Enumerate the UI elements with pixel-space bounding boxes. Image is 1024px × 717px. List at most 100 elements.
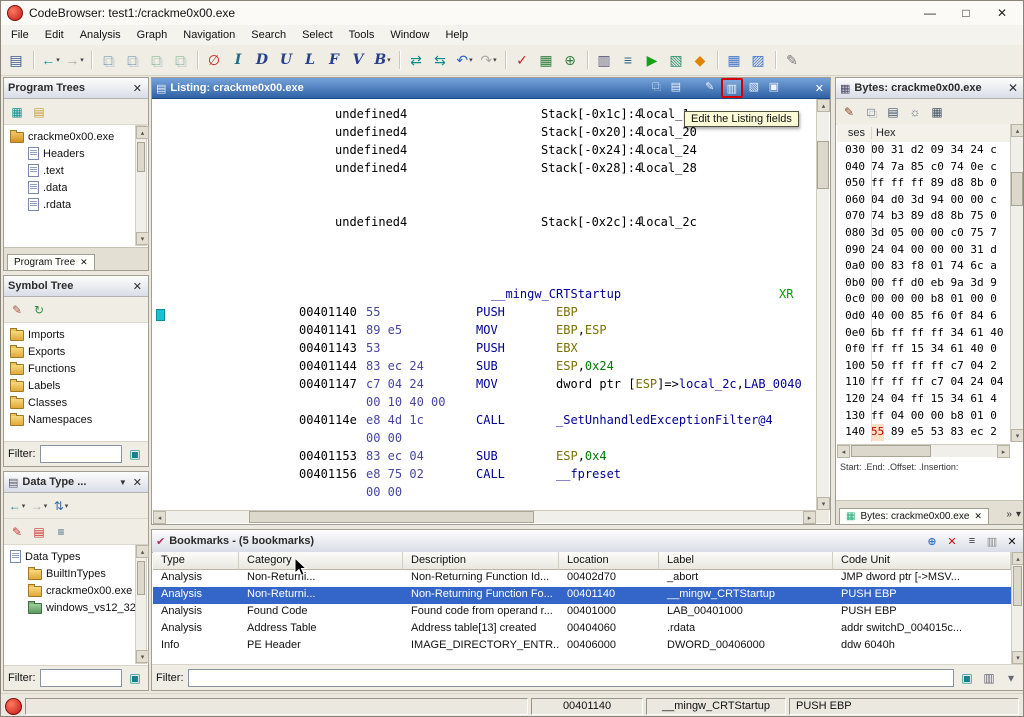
scroll-thumb[interactable] xyxy=(851,445,931,457)
hex-row[interactable]: 0d0 40 00 85 f6 0f 84 6 xyxy=(837,308,1010,325)
ghidra-status-icon[interactable] xyxy=(5,698,22,715)
copy-icon[interactable]: □ xyxy=(647,78,665,94)
scroll-thumb[interactable] xyxy=(249,511,534,523)
tree-item[interactable]: Classes xyxy=(4,394,148,411)
bookmark-row[interactable]: Analysis Non-Returni... Non-Returning Fu… xyxy=(153,587,1011,604)
tab-list-icon[interactable]: ▾ xyxy=(1016,509,1021,520)
bookmark-row[interactable]: Info PE Header IMAGE_DIRECTORY_ENTR... 0… xyxy=(153,638,1011,655)
listing-line[interactable]: 00401144 83 ec 24 SUB ESP,0x24 xyxy=(153,357,816,375)
listing-line[interactable]: undefined4 Stack[-0x2c]:4 local_2c xyxy=(153,213,816,231)
register-manager-icon[interactable]: ≡ xyxy=(617,49,640,72)
toolbar-icon[interactable] xyxy=(583,49,592,72)
scroll-up-icon[interactable]: ▴ xyxy=(136,545,149,558)
hex-row[interactable]: 0e0 6b ff ff ff 34 61 40 xyxy=(837,325,1010,342)
next-selection-icon[interactable]: □ xyxy=(121,49,144,72)
edit-mode-icon[interactable]: ✎ xyxy=(839,102,859,122)
toolbar-icon[interactable] xyxy=(87,49,96,72)
listing-line[interactable]: 00 00 xyxy=(153,429,816,447)
tree-item[interactable]: Namespaces xyxy=(4,411,148,428)
toolbar-icon[interactable] xyxy=(29,49,38,72)
toolbar-icon[interactable] xyxy=(713,49,722,72)
menu-item[interactable]: Search xyxy=(243,27,294,43)
listing-hscrollbar[interactable]: ◂ ▸ xyxy=(153,510,816,523)
scroll-down-icon[interactable]: ▾ xyxy=(1012,651,1024,664)
scroll-down-icon[interactable]: ▾ xyxy=(136,650,149,663)
run-script-icon[interactable]: ▶ xyxy=(641,49,664,72)
scrollbar[interactable]: ▴ ▾ xyxy=(135,125,147,246)
view-options-icon[interactable]: ▦ xyxy=(927,102,947,122)
menu-item[interactable]: Window xyxy=(382,27,437,43)
hex-row[interactable]: 120 24 04 ff 15 34 61 4 xyxy=(837,391,1010,408)
scroll-left-icon[interactable]: ◂ xyxy=(153,511,166,524)
table-search-icon[interactable]: ▨ xyxy=(747,49,770,72)
listing-line[interactable]: 00401140 55 PUSH EBP xyxy=(153,303,816,321)
tab-program-tree[interactable]: Program Tree ✕ xyxy=(7,254,95,270)
hex-row[interactable]: 070 74 b3 89 d8 8b 75 0 xyxy=(837,208,1010,225)
edit-fields-icon[interactable]: ▥ xyxy=(721,78,743,98)
close-button[interactable]: ✕ xyxy=(987,6,1017,20)
scroll-thumb[interactable] xyxy=(137,561,145,595)
search-next-icon[interactable]: ⇄ xyxy=(405,49,428,72)
scroll-thumb[interactable] xyxy=(1013,566,1022,606)
addresses-column-header[interactable]: ses xyxy=(837,127,872,139)
hex-row[interactable]: 050 ff ff ff 89 d8 8b 0 xyxy=(837,175,1010,192)
column-header[interactable]: Location xyxy=(559,552,659,570)
letter-d-icon[interactable]: D xyxy=(251,49,274,72)
menu-item[interactable]: Analysis xyxy=(72,27,129,43)
save-icon[interactable]: ▤ xyxy=(5,49,28,72)
listing-line[interactable]: 00 10 40 00 xyxy=(153,393,816,411)
listing-line[interactable]: 00401141 89 e5 MOV EBP,ESP xyxy=(153,321,816,339)
scroll-right-icon[interactable]: ▸ xyxy=(997,445,1010,458)
column-header[interactable]: Code Unit xyxy=(833,552,1011,570)
tree-item[interactable]: Functions xyxy=(4,360,148,377)
letter-b-icon[interactable]: B▾ xyxy=(371,49,394,72)
filter-columns-icon[interactable]: ▥ xyxy=(980,669,998,687)
expand-folder-icon[interactable]: ▤ xyxy=(29,102,49,122)
hex-column-header[interactable]: Hex xyxy=(872,127,896,139)
bookmark-row[interactable]: Analysis Address Table Address table[13]… xyxy=(153,621,1011,638)
cursor-format-icon[interactable]: ✎ xyxy=(701,78,719,94)
menu-item[interactable]: Graph xyxy=(129,27,176,43)
menu-item[interactable]: Edit xyxy=(37,27,72,43)
toolbar-icon[interactable] xyxy=(193,49,202,72)
back-icon[interactable]: ←▾ xyxy=(7,496,27,516)
table-icon[interactable]: ▦ xyxy=(723,49,746,72)
bookmark-row[interactable]: Analysis Non-Returni... Non-Returning Fu… xyxy=(153,570,1011,587)
toolbar-icon[interactable] xyxy=(501,49,510,72)
tree-item[interactable]: Labels xyxy=(4,377,148,394)
new-tree-icon[interactable]: ▦ xyxy=(7,102,27,122)
letter-l-icon[interactable]: L xyxy=(299,49,322,72)
tree-item[interactable]: .data xyxy=(4,179,148,196)
minimize-button[interactable]: — xyxy=(915,6,945,20)
sync-icon[interactable]: ⇅▾ xyxy=(51,496,71,516)
back-icon[interactable]: ←▾ xyxy=(39,49,62,72)
delete-bookmark-icon[interactable]: ✕ xyxy=(944,533,960,549)
hex-row[interactable]: 0f0 ff ff 15 34 61 40 0 xyxy=(837,341,1010,358)
forward-icon[interactable]: →▾ xyxy=(29,496,49,516)
listing-line[interactable] xyxy=(153,231,816,249)
menu-item[interactable]: Help xyxy=(437,27,476,43)
scroll-down-icon[interactable]: ▾ xyxy=(817,497,830,510)
listing-line[interactable] xyxy=(153,177,816,195)
forward-icon[interactable]: →▾ xyxy=(63,49,86,72)
close-icon[interactable]: ✕ xyxy=(1006,81,1020,95)
hex-row[interactable]: 0c0 00 00 00 b8 01 00 0 xyxy=(837,291,1010,308)
byte-viewer-icon[interactable]: ▦ xyxy=(535,49,558,72)
bookmark-row[interactable]: Analysis Found Code Found code from oper… xyxy=(153,604,1011,621)
hex-row[interactable]: 060 04 d0 3d 94 00 00 c xyxy=(837,192,1010,209)
hex-row[interactable]: 130 ff 04 00 00 b8 01 0 xyxy=(837,408,1010,425)
filter-menu-icon[interactable]: ▾ xyxy=(1002,669,1020,687)
scroll-thumb[interactable] xyxy=(817,141,829,189)
column-header[interactable]: Label xyxy=(659,552,833,570)
column-header[interactable]: Description xyxy=(403,552,559,570)
letter-f-icon[interactable]: F xyxy=(323,49,346,72)
refresh-icon[interactable]: ↻ xyxy=(29,300,49,320)
prev-selection-icon[interactable]: □ xyxy=(97,49,120,72)
listing-line[interactable]: undefined4 Stack[-0x24]:4 local_24 xyxy=(153,141,816,159)
scroll-right-icon[interactable]: ▸ xyxy=(803,511,816,524)
copy-icon[interactable]: □ xyxy=(861,102,881,122)
listing-line[interactable]: __mingw_CRTStartup XR xyxy=(153,285,816,303)
edit-notes-icon[interactable]: ✎ xyxy=(781,49,804,72)
hex-row[interactable]: 090 24 04 00 00 00 31 d xyxy=(837,242,1010,259)
toolbar-icon[interactable] xyxy=(771,49,780,72)
